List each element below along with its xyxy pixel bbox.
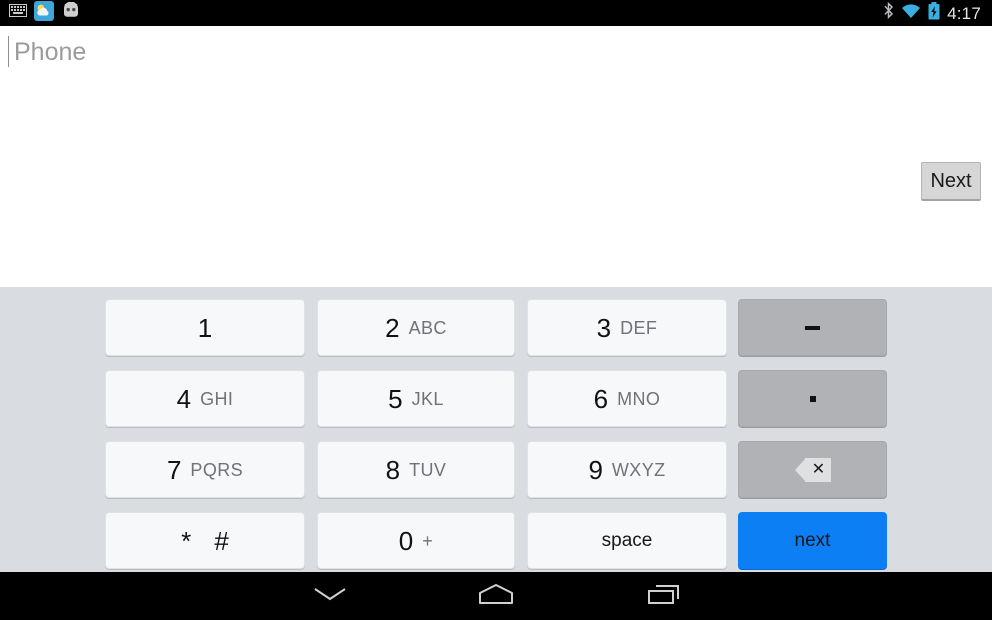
text-entry-area: Phone Next	[0, 26, 992, 309]
key-digit: 0	[398, 525, 414, 556]
key-letters: PQRS	[190, 459, 244, 480]
key-space[interactable]: space	[527, 512, 727, 569]
text-caret	[8, 36, 9, 67]
key-letters: +	[422, 530, 434, 551]
status-bar: 4:17	[0, 0, 992, 26]
key-5[interactable]: 5 JKL	[317, 370, 515, 427]
keypad-row: * # 0 + space next	[0, 512, 992, 569]
key-letters: GHI	[200, 388, 234, 409]
key-letters: ABC	[408, 317, 447, 338]
key-6[interactable]: 6 MNO	[527, 370, 727, 427]
key-letters: WXYZ	[611, 459, 666, 480]
key-symbol: * #	[181, 525, 237, 556]
keypad-row: 4 GHI 5 JKL 6 MNO	[0, 370, 992, 427]
status-bar-notifications[interactable]	[0, 0, 81, 26]
key-digit: 6	[593, 383, 609, 414]
key-period[interactable]	[738, 370, 887, 427]
home-icon	[476, 583, 516, 610]
bluetooth-icon	[883, 1, 894, 24]
key-8[interactable]: 8 TUV	[317, 441, 515, 498]
key-4[interactable]: 4 GHI	[105, 370, 305, 427]
hide-keyboard-icon	[312, 586, 348, 607]
key-star-hash[interactable]: * #	[105, 512, 305, 569]
phone-keypad: 1 2 ABC 3 DEF 4 GHI 5 JKL 6 MNO 7 PQRS 8…	[0, 287, 992, 572]
keypad-row: 7 PQRS 8 TUV 9 WXYZ ✕	[0, 441, 992, 498]
key-1[interactable]: 1	[105, 299, 305, 356]
key-0[interactable]: 0 +	[317, 512, 515, 569]
home-button[interactable]	[441, 572, 551, 620]
key-next[interactable]: next	[738, 512, 887, 569]
recents-icon	[647, 582, 681, 611]
keyboard-icon	[9, 4, 27, 22]
key-backspace[interactable]: ✕	[738, 441, 887, 498]
status-bar-indicators: 4:17	[883, 1, 992, 25]
hide-keyboard-button[interactable]	[275, 572, 385, 620]
key-digit: 1	[197, 312, 213, 343]
key-3[interactable]: 3 DEF	[527, 299, 727, 356]
dot-icon	[809, 395, 816, 402]
status-bar-clock: 4:17	[947, 3, 981, 23]
battery-charging-icon	[928, 1, 940, 25]
phone-input[interactable]: Phone	[8, 32, 906, 282]
key-letters: MNO	[617, 388, 661, 409]
key-dash[interactable]	[738, 299, 887, 356]
key-letters: TUV	[409, 459, 447, 480]
navigation-bar	[0, 572, 992, 620]
key-letters: JKL	[411, 388, 444, 409]
key-digit: 5	[388, 383, 403, 414]
key-label: space	[601, 530, 653, 551]
key-letters: DEF	[620, 317, 658, 338]
key-2[interactable]: 2 ABC	[317, 299, 515, 356]
backspace-icon: ✕	[794, 457, 831, 482]
keypad-row: 1 2 ABC 3 DEF	[0, 299, 992, 356]
key-digit: 4	[176, 383, 192, 414]
key-digit: 3	[596, 312, 612, 343]
key-digit: 9	[588, 454, 603, 485]
key-digit: 8	[385, 454, 401, 485]
next-button[interactable]: Next	[921, 162, 981, 201]
phone-input-placeholder: Phone	[14, 38, 87, 66]
android-screen: 4:17 Phone Next 1 2 ABC 3 DEF 4 GHI 5 JK…	[0, 0, 992, 620]
key-label: next	[794, 530, 831, 551]
dash-icon	[805, 325, 820, 330]
key-digit: 7	[166, 454, 182, 485]
android-icon	[61, 1, 81, 24]
weather-icon	[34, 0, 54, 26]
key-digit: 2	[385, 312, 400, 343]
key-9[interactable]: 9 WXYZ	[527, 441, 727, 498]
recents-button[interactable]	[609, 572, 719, 620]
key-7[interactable]: 7 PQRS	[105, 441, 305, 498]
wifi-icon	[901, 3, 921, 24]
